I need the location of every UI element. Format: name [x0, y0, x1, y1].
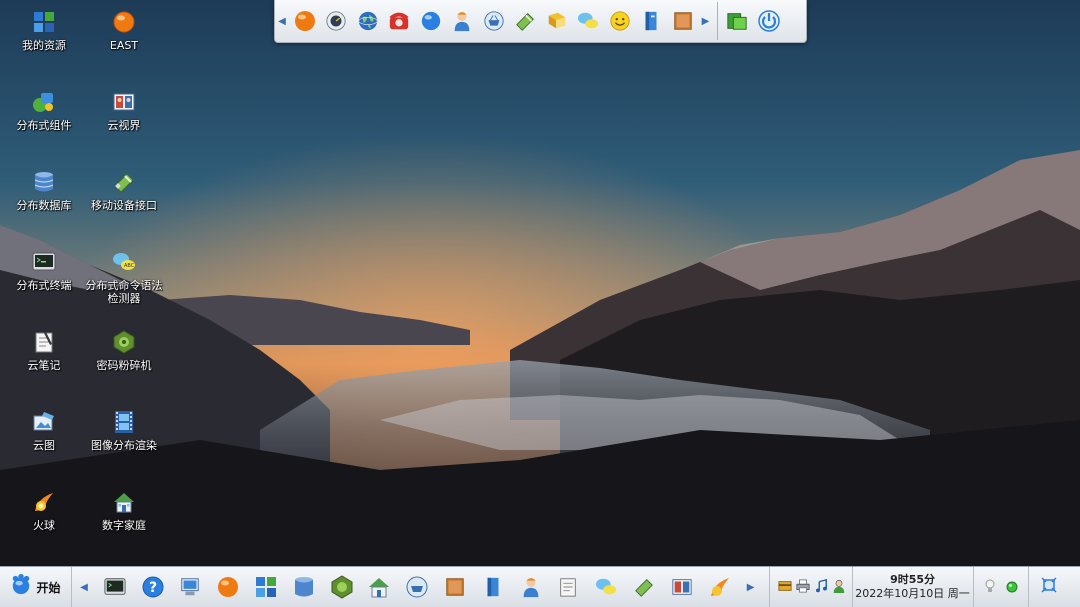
desktop-icon-mobile-device-interface[interactable]: 移动设备接口: [82, 169, 166, 212]
desktop-icon-cloud-picture[interactable]: 云图: [2, 409, 86, 452]
desktop-icon-distributed-terminal[interactable]: 分布式终端: [2, 249, 86, 292]
clock-date: 2022年10月10日 周一: [855, 587, 970, 600]
desktop-icon-label: 密码粉碎机: [96, 359, 152, 372]
start-logo-icon: [10, 574, 32, 600]
components-icon: [31, 89, 57, 115]
svg-text:?: ?: [149, 580, 157, 596]
desktop-icon-label: 云笔记: [27, 359, 61, 372]
book-icon[interactable]: [541, 0, 573, 43]
help-icon[interactable]: ?: [134, 567, 172, 607]
notepad-icon[interactable]: [550, 567, 588, 607]
notebook-icon[interactable]: [474, 567, 512, 607]
svg-text:ABC: ABC: [124, 263, 135, 269]
quick-launch-scroll-left[interactable]: ◀: [275, 0, 289, 43]
chat-bubbles-icon: ABC: [111, 249, 137, 275]
lightbulb-icon[interactable]: [984, 578, 996, 597]
start-label: 开始: [36, 580, 61, 595]
notebook-icon[interactable]: [636, 0, 668, 43]
fireball-icon[interactable]: [701, 567, 739, 607]
desktop-icon-label: 分布式终端: [16, 279, 72, 292]
person-icon[interactable]: [447, 0, 479, 43]
desktop-icon-cloud-notes[interactable]: 云笔记: [2, 329, 86, 372]
desktop-icon-distributed-components[interactable]: 分布式组件: [2, 89, 86, 132]
photo-frame-icon[interactable]: [663, 567, 701, 607]
desktop-icon-east[interactable]: EAST: [82, 9, 166, 52]
desktop-icon-label: 云视界: [107, 119, 141, 132]
smiley-icon[interactable]: [604, 0, 636, 43]
desktop-icon-cloud-vision[interactable]: 云视界: [82, 89, 166, 132]
taskbar-scroll-right[interactable]: ▶: [739, 567, 763, 607]
desktop-icon-label: 分布式命令语法检测器: [85, 279, 163, 305]
system-tray: [768, 566, 852, 607]
terminal-icon[interactable]: [96, 567, 134, 607]
show-desktop-button[interactable]: [1029, 567, 1069, 607]
desktop-icon-label: 分布数据库: [16, 199, 72, 212]
start-button[interactable]: 开始: [0, 566, 72, 607]
taskbar-scroll-left[interactable]: ◀: [72, 567, 96, 607]
shredder-icon: [111, 329, 137, 355]
basket-icon[interactable]: [398, 567, 436, 607]
telephone-icon[interactable]: [384, 0, 416, 43]
puzzle-icon: [31, 9, 57, 35]
desktop-icon-label: 云图: [33, 439, 55, 452]
orange-globe-icon[interactable]: [209, 567, 247, 607]
usb-device-icon: [111, 169, 137, 195]
chat-bubbles-icon[interactable]: [587, 567, 625, 607]
printer-icon[interactable]: [795, 578, 810, 597]
database-icon[interactable]: [285, 567, 323, 607]
desktop-icon-my-resources[interactable]: 我的资源: [2, 9, 86, 52]
database-icon: [31, 169, 57, 195]
card-icon[interactable]: [777, 578, 792, 597]
basket-icon[interactable]: [478, 0, 510, 43]
blue-ball-icon[interactable]: [415, 0, 447, 43]
desktop-icon-label: 数字家庭: [102, 519, 146, 532]
show-desktop-icon: [1041, 577, 1057, 597]
shredder-icon[interactable]: [323, 567, 361, 607]
quick-launch-bar: ◀ ▶: [274, 0, 807, 43]
user-icon[interactable]: [832, 578, 846, 597]
cloud-picture-icon: [31, 409, 57, 435]
clock[interactable]: 9时55分 2022年10月10日 周一: [851, 566, 974, 607]
desktop-icon-distributed-database[interactable]: 分布数据库: [2, 169, 86, 212]
world-icon[interactable]: [352, 0, 384, 43]
taskbar: 开始 ◀ ? ▶ 9时55分 2022年10月10日 周一: [0, 566, 1080, 607]
desktop-icon-command-syntax-checker[interactable]: ABC 分布式命令语法检测器: [82, 249, 166, 305]
divider: [716, 2, 718, 40]
clock-time: 9时55分: [890, 573, 936, 586]
notepad-icon: [31, 329, 57, 355]
film-strip-icon: [111, 409, 137, 435]
orange-globe-icon: [111, 9, 137, 35]
box-icon[interactable]: [436, 567, 474, 607]
window-switch-icon[interactable]: [722, 0, 754, 43]
orange-globe-icon[interactable]: [289, 0, 321, 43]
status-area: [974, 566, 1029, 607]
person-icon[interactable]: [512, 567, 550, 607]
photo-frame-icon: [111, 89, 137, 115]
power-icon[interactable]: [753, 0, 785, 43]
green-dot-icon[interactable]: [1006, 578, 1018, 597]
desktop-icon-fireball[interactable]: 火球: [2, 489, 86, 532]
house-icon[interactable]: [361, 567, 399, 607]
fireball-icon: [31, 489, 57, 515]
terminal-icon: [31, 249, 57, 275]
desktop-icon-label: EAST: [109, 39, 139, 52]
gauge-icon[interactable]: [321, 0, 353, 43]
music-note-icon[interactable]: [814, 578, 828, 597]
desktop-icon-digital-home[interactable]: 数字家庭: [82, 489, 166, 532]
desktop-pc-icon[interactable]: [172, 567, 210, 607]
desktop-icon-image-distributed-render[interactable]: 图像分布渲染: [82, 409, 166, 452]
usb-device-icon[interactable]: [510, 0, 542, 43]
desktop-icon-password-shredder[interactable]: 密码粉碎机: [82, 329, 166, 372]
usb-device-icon[interactable]: [625, 567, 663, 607]
desktop-icon-label: 火球: [33, 519, 55, 532]
desktop-icon-label: 移动设备接口: [91, 199, 157, 212]
quick-launch-scroll-right[interactable]: ▶: [699, 0, 713, 43]
puzzle-icon[interactable]: [247, 567, 285, 607]
desktop-icon-label: 我的资源: [22, 39, 66, 52]
desktop-icon-label: 图像分布渲染: [91, 439, 157, 452]
box-icon[interactable]: [667, 0, 699, 43]
chat-bubbles-icon[interactable]: [573, 0, 605, 43]
desktop-icon-label: 分布式组件: [16, 119, 72, 132]
house-icon: [111, 489, 137, 515]
